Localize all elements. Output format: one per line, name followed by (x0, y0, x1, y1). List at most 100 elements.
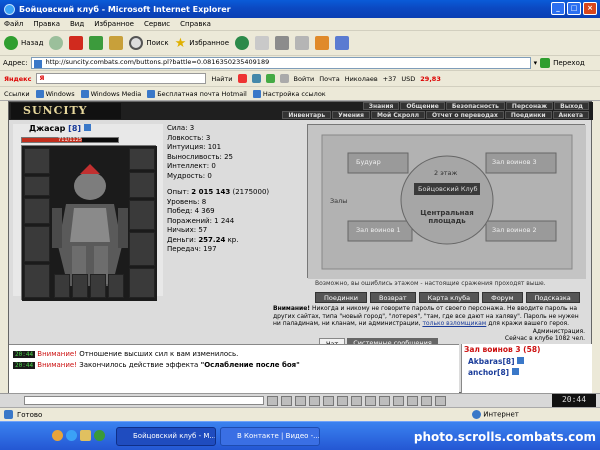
menu-tools[interactable]: Сервис (144, 20, 170, 28)
home-icon[interactable] (109, 36, 124, 50)
nav-social[interactable]: Общение (400, 102, 445, 110)
quicklaunch-media-icon[interactable] (94, 430, 105, 441)
map-label-boudoir[interactable]: Будуар (356, 158, 381, 166)
yandex-y-icon[interactable] (237, 74, 247, 83)
nav-fights[interactable]: Поединки (504, 111, 552, 119)
mail-icon[interactable] (255, 36, 270, 50)
yandex-login-button[interactable]: Войти (294, 75, 315, 83)
task-fight-club[interactable]: Бойцовский клуб - M... (116, 427, 216, 446)
minimize-button[interactable]: _ (551, 2, 565, 15)
link-windows[interactable]: Windows (35, 89, 75, 98)
room-user[interactable]: Akbaras[8] (468, 357, 525, 366)
menu-file[interactable]: Файл (4, 20, 23, 28)
menu-help[interactable]: Справка (180, 20, 211, 28)
slot-pocket[interactable] (108, 274, 124, 298)
slot-ring-1[interactable] (54, 274, 70, 298)
chat-settings-icon[interactable] (351, 395, 362, 406)
chat-sort-icon[interactable] (379, 395, 390, 406)
stop-icon[interactable] (69, 36, 84, 50)
address-input[interactable]: http://suncity.combats.com/buttons.pl?ba… (30, 57, 531, 69)
yandex-search-input[interactable]: Я (36, 73, 207, 84)
quicklaunch-firefox-icon[interactable] (52, 430, 63, 441)
history-icon[interactable] (235, 36, 250, 50)
link-windows-media[interactable]: Windows Media (80, 89, 141, 98)
character-name[interactable]: Джасар [8] (29, 124, 91, 133)
map-label-central-square[interactable]: Центральная площадь (416, 209, 478, 225)
character-avatar[interactable] (21, 145, 157, 301)
maximize-button[interactable]: □ (567, 2, 581, 15)
task-vkontakte[interactable]: В Контакте | Видео -... (220, 427, 320, 446)
yandex-user[interactable]: Николаев (345, 75, 378, 83)
map-label-hall1[interactable]: Зал воинов 1 (356, 226, 401, 234)
slot-shield[interactable] (129, 200, 155, 230)
slot-boots[interactable] (129, 268, 155, 298)
yandex-tool-icon[interactable] (251, 74, 261, 83)
slot-ring-2[interactable] (72, 274, 88, 298)
chat-input[interactable] (24, 396, 264, 405)
yandex-mail-button[interactable]: Почта (319, 75, 339, 83)
chat-log-icon[interactable] (421, 395, 432, 406)
hackers-link[interactable]: только взломщикам (422, 320, 486, 327)
nav-exit[interactable]: Выход (554, 102, 589, 110)
close-button[interactable]: × (583, 2, 597, 15)
chat-exit-icon[interactable] (435, 395, 446, 406)
chat-translit-icon[interactable] (323, 395, 334, 406)
chat-scroll-icon[interactable] (393, 395, 404, 406)
slot-leggings[interactable] (129, 232, 155, 266)
menu-view[interactable]: Вид (70, 20, 84, 28)
yandex-find-button[interactable]: Найти (211, 75, 232, 83)
nav-profile[interactable]: Анкета (552, 111, 589, 119)
back-button[interactable]: Назад (4, 36, 43, 50)
address-dropdown-icon[interactable]: ▾ (534, 59, 538, 67)
nav-skills[interactable]: Умения (332, 111, 370, 119)
print-icon[interactable] (275, 36, 290, 50)
room-user[interactable]: anchor[8] (468, 368, 519, 377)
chat-smile-icon[interactable] (309, 395, 320, 406)
menu-edit[interactable]: Правка (33, 20, 60, 28)
chat-sound-icon[interactable] (407, 395, 418, 406)
slot-amulet[interactable] (24, 176, 50, 196)
nav-character[interactable]: Персонаж (505, 102, 554, 110)
nav-security[interactable]: Безопасность (445, 102, 505, 110)
nav-knowledge[interactable]: Знания (362, 102, 400, 110)
chat-filter-icon[interactable] (295, 395, 306, 406)
map-label-floor2[interactable]: 2 этаж (434, 169, 457, 177)
slot-weapon[interactable] (24, 198, 50, 224)
refresh-icon[interactable] (89, 36, 104, 50)
quicklaunch-folder-icon[interactable] (80, 430, 91, 441)
yandex-bookmark-icon[interactable] (265, 74, 275, 83)
menu-favorites[interactable]: Избранное (94, 20, 134, 28)
search-button[interactable]: Поиск (129, 36, 169, 50)
slot-earrings[interactable] (129, 148, 155, 170)
return-button[interactable]: Возврат (369, 292, 416, 303)
go-button[interactable]: Переход (553, 59, 585, 67)
quicklaunch-ie-icon[interactable] (66, 430, 77, 441)
slot-ring-3[interactable] (90, 274, 106, 298)
messenger-icon[interactable] (315, 36, 330, 50)
map-label-halls[interactable]: Залы (330, 197, 347, 205)
map-label-fight-club[interactable]: Бойцовский Клуб (418, 185, 478, 193)
slot-belt[interactable] (24, 264, 50, 298)
slot-helmet[interactable] (24, 148, 50, 174)
hint-button[interactable]: Подсказка (525, 292, 580, 303)
go-arrow-icon[interactable] (540, 58, 551, 68)
link-customize[interactable]: Настройка ссылок (252, 89, 326, 98)
chat-send-icon[interactable] (267, 395, 278, 406)
research-icon[interactable] (335, 36, 350, 50)
fights-button[interactable]: Поединки (315, 292, 367, 303)
nav-inventory[interactable]: Инвентарь (282, 111, 332, 119)
chat-refresh-icon[interactable] (337, 395, 348, 406)
chat-private-icon[interactable] (365, 395, 376, 406)
club-map-button[interactable]: Карта клуба (418, 292, 480, 303)
edit-icon[interactable] (295, 36, 310, 50)
map-label-hall2[interactable]: Зал воинов 2 (492, 226, 537, 234)
forum-button[interactable]: Форум (482, 292, 523, 303)
chat-clear-icon[interactable] (281, 395, 292, 406)
favorites-button[interactable]: ★ Избранное (175, 36, 229, 51)
yandex-settings-icon[interactable] (279, 74, 289, 83)
forward-arrow-icon[interactable] (49, 36, 64, 50)
slot-armor[interactable] (24, 226, 50, 262)
nav-my-scroll[interactable]: Мой Скролл (370, 111, 426, 119)
nav-transfers-report[interactable]: Отчет о переводах (426, 111, 504, 119)
link-hotmail[interactable]: Бесплатная почта Hotmail (147, 89, 247, 98)
